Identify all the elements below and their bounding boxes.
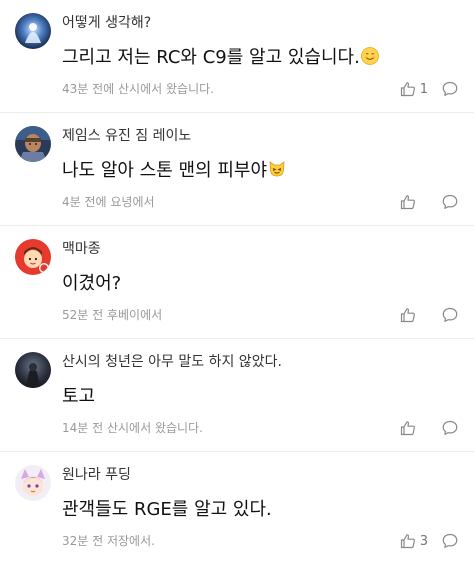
avatar[interactable]	[15, 352, 51, 388]
comment-list: 어떻게 생각해? 그리고 저는 RC와 C9를 알고 있습니다. 43분 전에 …	[0, 0, 474, 565]
avatar[interactable]	[15, 126, 51, 162]
like-button[interactable]	[400, 420, 428, 436]
smiling-face-emoji	[360, 47, 379, 65]
thumbs-up-icon	[400, 534, 415, 549]
comment-item: 원나라 푸딩 관객들도 RGE를 알고 있다. 32분 전 저장에서. 3	[0, 452, 474, 565]
comment-author[interactable]: 어떻게 생각해?	[62, 14, 151, 32]
comment-actions	[400, 193, 458, 211]
comment-text-row: 토고	[62, 385, 95, 409]
thumbs-up-icon	[400, 195, 415, 210]
reply-button[interactable]	[442, 194, 458, 210]
reply-button[interactable]	[442, 420, 458, 436]
comment-author[interactable]: 산시의 청년은 아무 말도 하지 않았다.	[62, 353, 282, 371]
blue-mage-avatar	[15, 13, 51, 49]
comment-text-row: 이겼어?	[62, 272, 121, 296]
reply-button[interactable]	[442, 81, 458, 97]
cat-face-emoji	[269, 161, 285, 177]
thumbs-up-icon	[400, 421, 415, 436]
speech-bubble-icon	[442, 420, 458, 435]
like-button[interactable]	[400, 307, 428, 323]
comment-item: 산시의 청년은 아무 말도 하지 않았다. 토고 14분 전 산시에서 왔습니다…	[0, 339, 474, 452]
comment-text: 토고	[62, 386, 96, 407]
comment-author[interactable]: 제임스 유진 짐 레이노	[62, 127, 191, 145]
comment-item: 어떻게 생각해? 그리고 저는 RC와 C9를 알고 있습니다. 43분 전에 …	[0, 0, 474, 113]
speech-bubble-icon	[442, 194, 458, 209]
comment-text: 그리고 저는 RC와 C9를 알고 있습니다.	[62, 47, 360, 68]
comment-actions	[400, 419, 458, 437]
like-button[interactable]: 1	[400, 81, 428, 97]
reply-button[interactable]	[442, 307, 458, 323]
like-button[interactable]: 3	[400, 533, 428, 549]
comment-actions: 1	[400, 80, 458, 98]
comment-text: 관객들도 RGE를 알고 있다.	[62, 499, 272, 520]
comment-text: 나도 알아 스톤 맨의 피부야	[62, 160, 268, 181]
comment-meta: 43분 전에 산시에서 왔습니다.	[62, 82, 214, 96]
comment-text: 이겼어?	[62, 273, 122, 294]
comment-text-row: 관객들도 RGE를 알고 있다.	[62, 498, 272, 522]
avatar[interactable]	[15, 239, 51, 275]
thumbs-up-icon	[400, 308, 415, 323]
comment-meta: 4분 전에 요녕에서	[62, 195, 155, 209]
avatar[interactable]	[15, 465, 51, 501]
cartoon-kid-avatar	[15, 239, 51, 275]
comment-item: 맥마종 이겼어? 52분 전 후베이에서	[0, 226, 474, 339]
speech-bubble-icon	[442, 307, 458, 322]
armored-soldier-avatar	[15, 126, 51, 162]
comment-author[interactable]: 원나라 푸딩	[62, 466, 131, 484]
like-count: 3	[419, 533, 428, 549]
comment-text-row: 나도 알아 스톤 맨의 피부야	[62, 159, 286, 183]
reply-button[interactable]	[442, 533, 458, 549]
speech-bubble-icon	[442, 81, 458, 96]
comment-text-row: 그리고 저는 RC와 C9를 알고 있습니다.	[62, 46, 379, 70]
comment-actions: 3	[400, 532, 458, 550]
speech-bubble-icon	[442, 533, 458, 548]
comment-meta: 14분 전 산시에서 왔습니다.	[62, 421, 203, 435]
anime-character-avatar	[15, 465, 51, 501]
comment-item: 제임스 유진 짐 레이노 나도 알아 스톤 맨의 피부야 4분 전에 요녕에서	[0, 113, 474, 226]
like-count: 1	[419, 81, 428, 97]
dark-figure-avatar	[15, 352, 51, 388]
like-button[interactable]	[400, 194, 428, 210]
thumbs-up-icon	[400, 82, 415, 97]
comment-meta: 52분 전 후베이에서	[62, 308, 163, 322]
comment-actions	[400, 306, 458, 324]
comment-author[interactable]: 맥마종	[62, 240, 101, 258]
comment-meta: 32분 전 저장에서.	[62, 534, 155, 548]
avatar[interactable]	[15, 13, 51, 49]
